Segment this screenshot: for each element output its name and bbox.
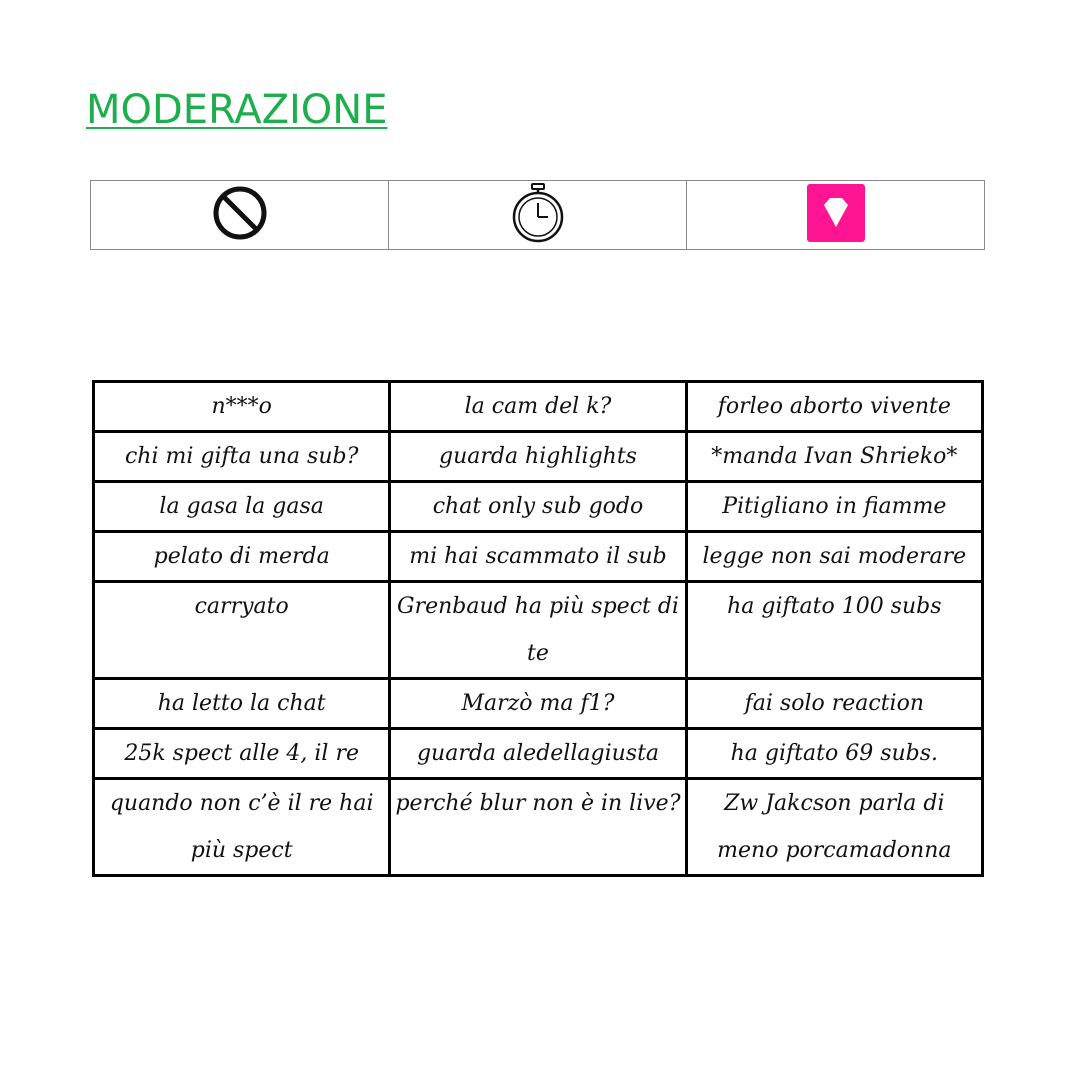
icon-header-table: [90, 180, 985, 250]
page-title: MODERAZIONE: [86, 87, 388, 133]
phrase-cell: ha letto la chat: [91, 677, 392, 730]
phrase-text: fai solo reaction: [744, 691, 925, 716]
phrase-cell: *manda Ivan Shrieko*: [684, 430, 985, 483]
phrase-text: ha giftato 69 subs.: [730, 741, 939, 766]
phrase-text: Marzò ma f1?: [461, 691, 615, 716]
phrase-cell: legge non sai moderare: [684, 530, 985, 583]
phrase-cell: pelato di merda: [91, 530, 392, 583]
phrase-text: forleo aborto vivente: [717, 394, 951, 419]
phrase-cell: Zw Jakcson parla di meno porcamadonna: [684, 777, 985, 877]
phrase-text: n***o: [211, 394, 272, 419]
phrase-cell: Grenbaud ha più spect di te: [388, 580, 688, 680]
phrase-text: 25k spect alle 4, il re: [124, 741, 359, 766]
phrase-cell: forleo aborto vivente: [684, 380, 985, 433]
phrase-text: ha giftato 100 subs: [727, 594, 942, 619]
phrase-cell: chat only sub godo: [388, 480, 688, 533]
table-row: pelato di merda mi hai scammato il sub leg…: [91, 530, 985, 583]
phrase-text: Grenbaud ha più spect di te: [397, 594, 679, 666]
ban-icon: [210, 183, 270, 243]
phrase-cell: fai solo reaction: [684, 677, 985, 730]
phrase-cell: la cam del k?: [388, 380, 688, 433]
phrase-cell: carryato: [91, 580, 392, 680]
phrase-cell: Marzò ma f1?: [388, 677, 688, 730]
diamond-icon: [806, 183, 866, 243]
table-row: ha letto la chat Marzò ma f1? fai solo rea…: [91, 677, 985, 730]
phrase-cell: ha giftato 100 subs: [684, 580, 985, 680]
phrase-table: n***o la cam del k? forleo aborto vivente c…: [91, 380, 985, 877]
phrase-cell: guarda highlights: [388, 430, 688, 483]
phrase-text: Zw Jakcson parla di meno porcamadonna: [717, 791, 952, 863]
phrase-cell: n***o: [91, 380, 392, 433]
phrase-text: perché blur non è in live?: [395, 791, 681, 816]
phrase-text: *manda Ivan Shrieko*: [711, 444, 958, 469]
phrase-text: Pitigliano in fiamme: [722, 494, 947, 519]
phrase-text: pelato di merda: [153, 544, 330, 569]
phrase-cell: Pitigliano in fiamme: [684, 480, 985, 533]
table-row: chi mi gifta una sub? guarda highlights *m…: [91, 430, 985, 483]
table-row: la gasa la gasa chat only sub godo Pitigli…: [91, 480, 985, 533]
phrase-cell: mi hai scammato il sub: [388, 530, 688, 583]
phrase-cell: perché blur non è in live?: [388, 777, 688, 877]
phrase-text: la cam del k?: [464, 394, 612, 419]
phrase-text: la gasa la gasa: [159, 494, 324, 519]
table-row: quando non c’è il re hai più spect perché…: [91, 777, 985, 877]
icon-cell-diamond: [686, 180, 985, 250]
phrase-text: chi mi gifta una sub?: [124, 444, 359, 469]
phrase-cell: quando non c’è il re hai più spect: [91, 777, 392, 877]
phrase-text: carryato: [194, 594, 289, 619]
phrase-cell: guarda aledellagiusta: [388, 727, 688, 780]
phrase-cell: chi mi gifta una sub?: [91, 430, 392, 483]
phrase-text: quando non c’è il re hai più spect: [109, 791, 374, 863]
phrase-text: chat only sub godo: [432, 494, 644, 519]
table-row: 25k spect alle 4, il re guarda aledellagi…: [91, 727, 985, 780]
table-row: carryato Grenbaud ha più spect di te ha gi…: [91, 580, 985, 680]
phrase-cell: la gasa la gasa: [91, 480, 392, 533]
stopwatch-icon: [508, 182, 568, 243]
table-row: n***o la cam del k? forleo aborto vivente: [91, 380, 985, 433]
phrase-text: ha letto la chat: [157, 691, 326, 716]
phrase-text: guarda highlights: [438, 444, 637, 469]
phrase-text: legge non sai moderare: [702, 544, 967, 569]
phrase-cell: 25k spect alle 4, il re: [91, 727, 392, 780]
phrase-cell: ha giftato 69 subs.: [684, 727, 985, 780]
icon-cell-ban: [90, 180, 389, 250]
icon-row: [90, 180, 985, 250]
phrase-text: mi hai scammato il sub: [409, 544, 667, 569]
icon-cell-stopwatch: [388, 180, 687, 250]
phrase-text: guarda aledellagiusta: [416, 741, 660, 766]
